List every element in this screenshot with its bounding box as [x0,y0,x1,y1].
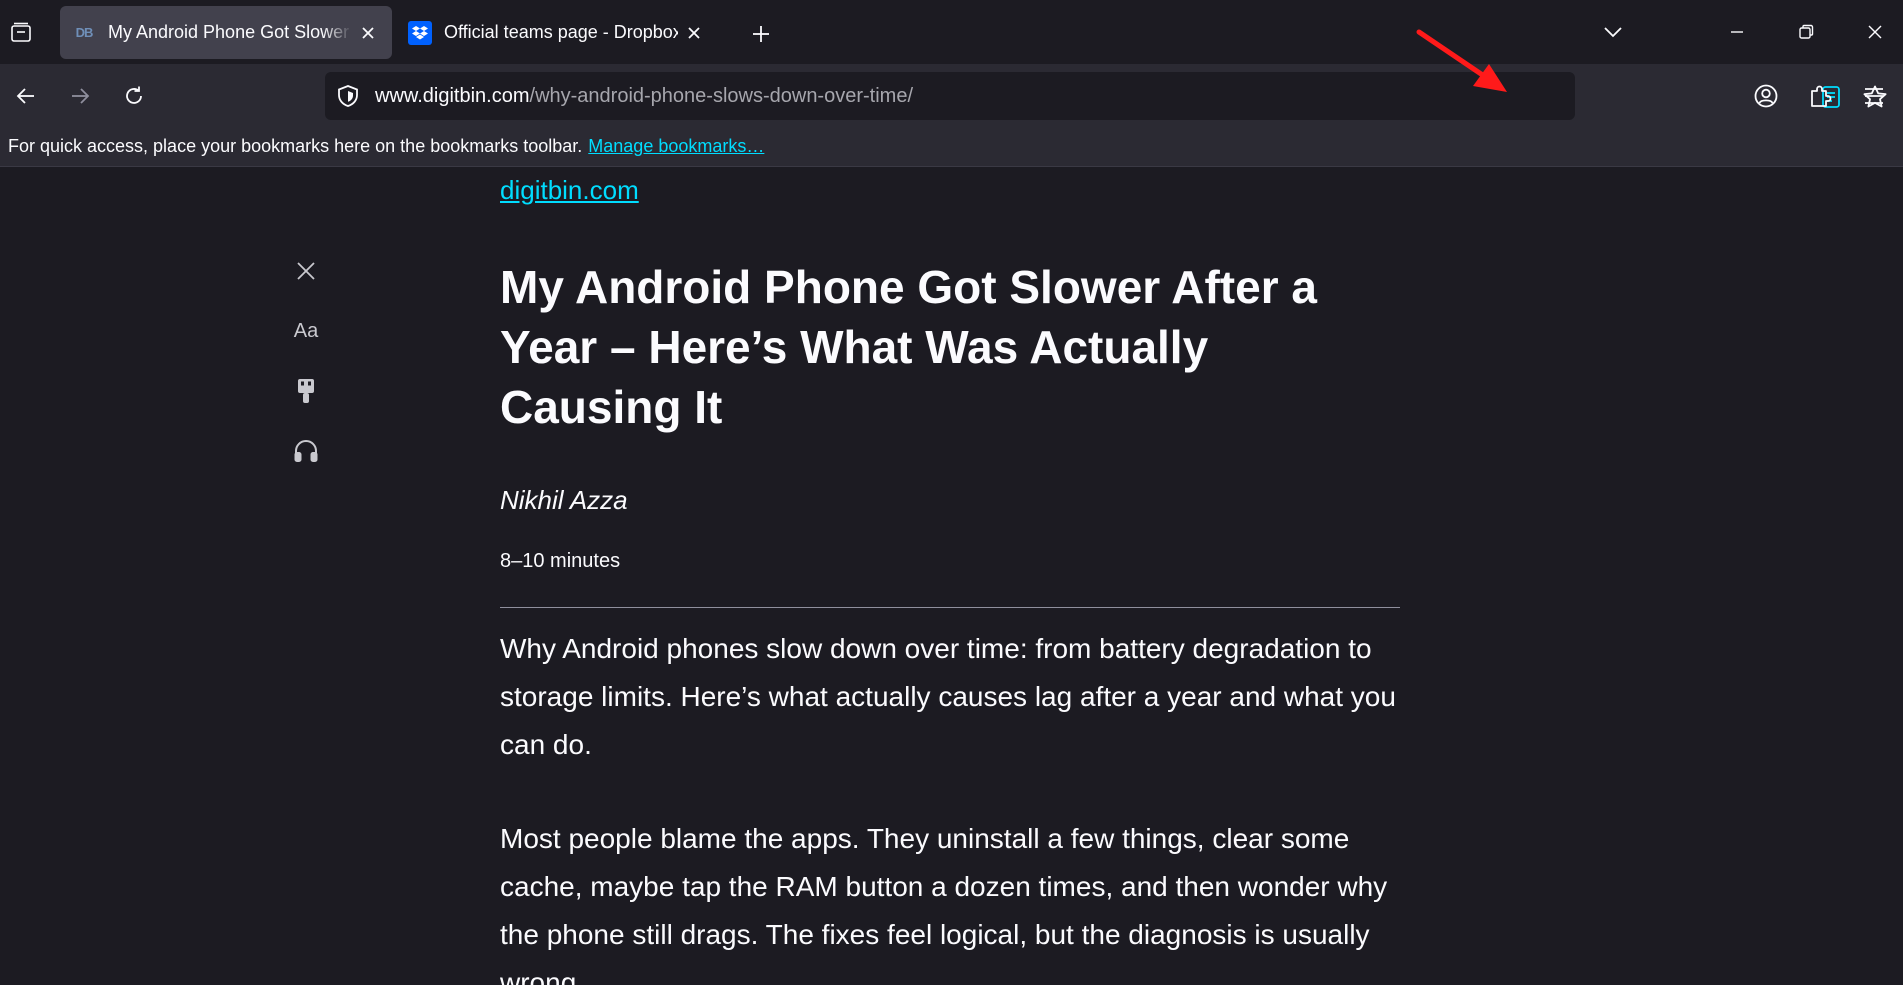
forward-arrow-icon [72,88,90,104]
annotation-arrow [1416,29,1507,92]
tab-strip: DB My Android Phone Got Slower After a Y… [0,0,1903,64]
close-tab-button[interactable] [356,21,380,45]
back-arrow-icon [16,88,34,104]
new-tab-button[interactable] [741,14,781,54]
font-size-label: Aa [293,319,319,342]
account-icon [1754,84,1778,108]
type-controls-button[interactable]: Aa [286,311,326,351]
listen-button[interactable] [286,431,326,471]
puzzle-piece-icon [1811,85,1832,107]
header-divider [500,607,1400,608]
forward-button[interactable] [58,74,102,118]
favicon-text: DB [75,25,94,40]
restore-button[interactable] [1782,8,1830,56]
firefox-view-icon [11,22,31,42]
close-icon [362,26,374,39]
article-headline: My Android Phone Got Slower After a Year… [500,261,1317,433]
close-reader-view-button[interactable] [286,251,326,291]
close-icon [688,26,700,39]
dropbox-icon [408,20,432,45]
plus-icon [753,26,769,42]
article-byline: Nikhil Azza [500,485,628,515]
color-theme-button[interactable] [286,371,326,411]
tracking-protection-shield-icon[interactable] [335,83,361,109]
manage-bookmarks-link[interactable]: Manage bookmarks… [588,136,764,157]
article-domain-link[interactable]: digitbin.com [500,175,639,206]
reload-icon [126,86,142,104]
app-menu-button[interactable] [1852,74,1896,118]
article-paragraph: Most people blame the apps. They uninsta… [500,823,1388,985]
firefox-view-button[interactable] [0,12,42,54]
tab-title: Official teams page - Dropbox [444,22,678,42]
navigation-toolbar: www.digitbin.com/why-android-phone-slows… [0,64,1903,127]
headphones-icon [294,440,318,462]
reading-time: 8–10 minutes [500,550,621,572]
close-window-button[interactable] [1851,8,1899,56]
account-button[interactable] [1744,74,1788,118]
article-paragraph: Why Android phones slow down over time: … [500,633,1396,760]
bookmarks-hint: For quick access, place your bookmarks h… [8,136,583,156]
url-host: www.digitbin.com [375,85,530,107]
extensions-button[interactable] [1798,74,1842,118]
close-icon [297,262,315,280]
tab-title: My Android Phone Got Slower After a Year… [108,22,352,42]
url-path: /why-android-phone-slows-down-over-time/ [529,85,914,107]
restore-icon [1799,24,1814,39]
chevron-down-icon [1604,27,1622,38]
minimize-icon [1731,31,1743,33]
digitbin-icon: DB [72,21,96,45]
tab-dropbox[interactable]: Official teams page - Dropbox [396,6,718,59]
hamburger-menu-icon [1865,88,1883,104]
paintbrush-icon [298,379,314,403]
list-all-tabs-button[interactable] [1589,8,1637,56]
minimize-button[interactable] [1713,8,1761,56]
url-bar[interactable]: www.digitbin.com/why-android-phone-slows… [325,72,1887,120]
back-button[interactable] [4,74,48,118]
tab-active[interactable]: DB My Android Phone Got Slower After a Y… [60,6,392,59]
reload-button[interactable] [112,74,156,118]
close-icon [1868,25,1882,39]
close-tab-button[interactable] [682,21,706,45]
url-text[interactable]: www.digitbin.com/why-android-phone-slows… [375,85,913,108]
reader-view: Aa digitbin.com My Android Phone Got Slo… [0,167,1903,985]
bookmarks-toolbar: For quick access, place your bookmarks h… [0,127,1903,167]
